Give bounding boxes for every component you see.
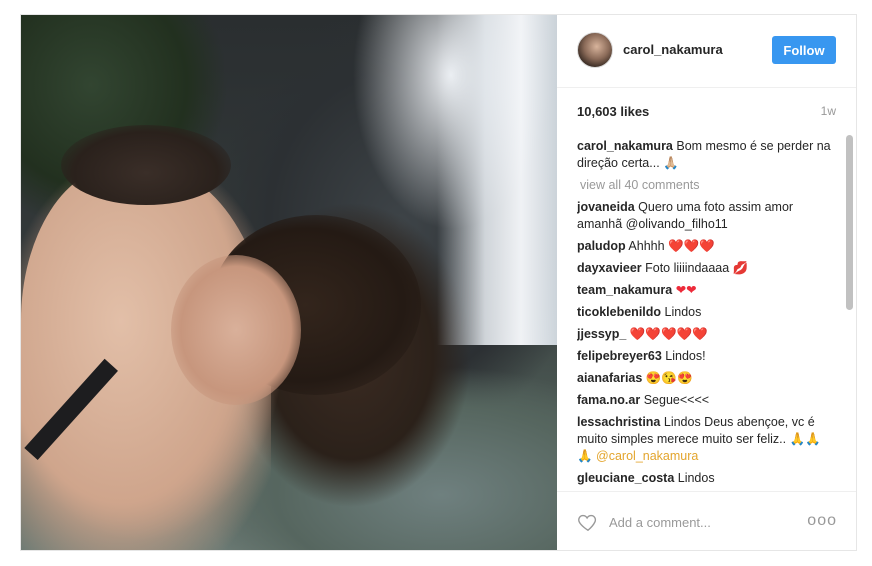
comment-item: felipebreyer63 Lindos! bbox=[577, 348, 835, 365]
comment-emoji: ❤️❤️❤️❤️❤️ bbox=[629, 327, 708, 341]
post-footer: ooo bbox=[557, 491, 856, 550]
follow-button[interactable]: Follow bbox=[772, 36, 836, 64]
heart-icon[interactable] bbox=[577, 511, 599, 533]
comment-item: gleuciane_costa Lindos bbox=[577, 470, 835, 487]
comment-username[interactable]: jjessyp_ bbox=[577, 327, 626, 341]
comment-text: Foto liiiindaaaa bbox=[645, 261, 730, 275]
more-options-icon[interactable]: ooo bbox=[807, 513, 837, 529]
comment-item: jovaneida Quero uma foto assim amor aman… bbox=[577, 199, 835, 233]
post-header: carol_nakamura Follow bbox=[557, 15, 856, 88]
post-time[interactable]: 1w bbox=[821, 104, 836, 118]
comment-username[interactable]: fama.no.ar bbox=[577, 393, 640, 407]
caption-emoji: 🙏🏼 bbox=[663, 156, 679, 170]
comment-username[interactable]: ticoklebenildo bbox=[577, 305, 661, 319]
post-sidebar: carol_nakamura Follow 10,603 likes 1w ca… bbox=[557, 15, 856, 550]
header-username[interactable]: carol_nakamura bbox=[623, 42, 723, 57]
photo-face bbox=[171, 255, 301, 405]
comment-username[interactable]: jovaneida bbox=[577, 200, 635, 214]
comment-item: aianafarias 😍😘😍 bbox=[577, 370, 835, 387]
comment-text: Segue<<<< bbox=[643, 393, 710, 407]
likes-count[interactable]: 10,603 likes bbox=[577, 104, 649, 119]
comment-item: fama.no.ar Segue<<<< bbox=[577, 392, 835, 409]
caption-username[interactable]: carol_nakamura bbox=[577, 139, 673, 153]
comment-username[interactable]: lessachristina bbox=[577, 415, 660, 429]
comment-username[interactable]: paludop bbox=[577, 239, 626, 253]
comment-username[interactable]: team_nakamura bbox=[577, 283, 672, 297]
instagram-post: carol_nakamura Follow 10,603 likes 1w ca… bbox=[20, 14, 857, 551]
comment-text: Ahhhh bbox=[628, 239, 665, 253]
comment-text: Lindos! bbox=[665, 349, 706, 363]
comment-emoji: ❤️❤️❤️ bbox=[668, 239, 715, 253]
comments-scrollbar[interactable] bbox=[846, 135, 853, 495]
comment-text: Lindos bbox=[664, 305, 702, 319]
comment-item: jjessyp_ ❤️❤️❤️❤️❤️ bbox=[577, 326, 835, 343]
caption: carol_nakamura Bom mesmo é se perder na … bbox=[577, 138, 835, 172]
comment-item: team_nakamura ❤❤ bbox=[577, 282, 835, 299]
view-all-comments-link[interactable]: view all 40 comments bbox=[580, 177, 835, 194]
comment-item: lessachristina Lindos Deus abençoe, vc é… bbox=[577, 414, 835, 465]
photo-waterfall bbox=[437, 15, 557, 345]
add-comment-input[interactable] bbox=[609, 512, 799, 532]
comment-text: Lindos bbox=[677, 471, 715, 485]
comment-emoji: ❤❤ bbox=[675, 283, 697, 297]
comments-list: carol_nakamura Bom mesmo é se perder na … bbox=[577, 138, 835, 491]
comment-item: dayxavieer Foto liiiindaaaa 💋 bbox=[577, 260, 835, 277]
scrollbar-thumb[interactable] bbox=[846, 135, 853, 310]
photo-hair bbox=[61, 125, 231, 205]
post-photo[interactable] bbox=[21, 15, 557, 550]
comment-username[interactable]: gleuciane_costa bbox=[577, 471, 674, 485]
comment-item: ticoklebenildo Lindos bbox=[577, 304, 835, 321]
comment-username[interactable]: aianafarias bbox=[577, 371, 642, 385]
comment-username[interactable]: felipebreyer63 bbox=[577, 349, 662, 363]
comment-emoji: 💋 bbox=[732, 261, 749, 275]
avatar[interactable] bbox=[577, 32, 613, 68]
comment-item: paludop Ahhhh ❤️❤️❤️ bbox=[577, 238, 835, 255]
comment-username[interactable]: dayxavieer bbox=[577, 261, 642, 275]
comment-emoji: 😍😘😍 bbox=[645, 371, 693, 385]
